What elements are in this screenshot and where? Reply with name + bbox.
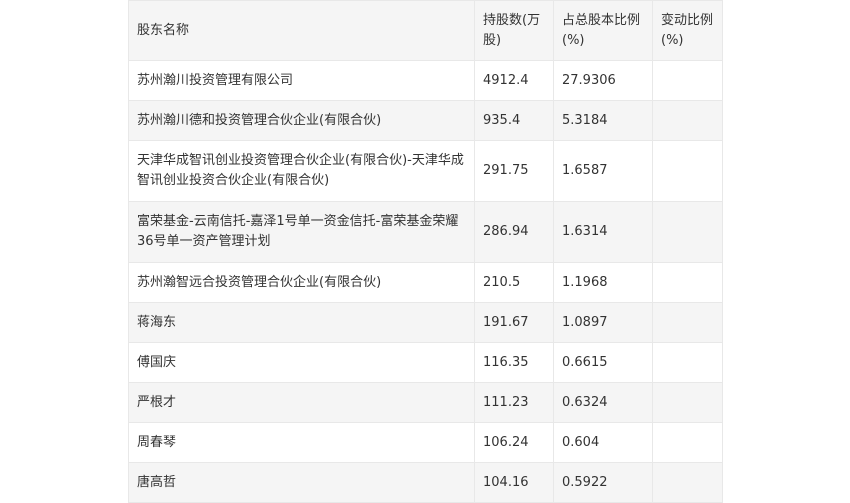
table-row: 唐高哲 104.16 0.5922 bbox=[128, 462, 723, 503]
cell-ratio: 27.9306 bbox=[553, 60, 653, 101]
header-change: 变动比例(%) bbox=[652, 0, 723, 61]
cell-change bbox=[652, 60, 723, 101]
table-row: 严根才 111.23 0.6324 bbox=[128, 382, 723, 423]
cell-ratio: 0.5922 bbox=[553, 462, 653, 503]
cell-shares: 210.5 bbox=[474, 262, 554, 303]
cell-shares: 116.35 bbox=[474, 342, 554, 383]
cell-shares: 104.16 bbox=[474, 462, 554, 503]
cell-change bbox=[652, 262, 723, 303]
cell-name: 苏州瀚川德和投资管理合伙企业(有限合伙) bbox=[128, 100, 475, 141]
cell-name: 傅国庆 bbox=[128, 342, 475, 383]
cell-shares: 935.4 bbox=[474, 100, 554, 141]
cell-change bbox=[652, 201, 723, 263]
cell-ratio: 1.1968 bbox=[553, 262, 653, 303]
table-row: 天津华成智讯创业投资管理合伙企业(有限合伙)-天津华成智讯创业投资合伙企业(有限… bbox=[128, 140, 723, 202]
header-shares: 持股数(万股) bbox=[474, 0, 554, 61]
cell-name: 唐高哲 bbox=[128, 462, 475, 503]
cell-shares: 286.94 bbox=[474, 201, 554, 263]
cell-change bbox=[652, 140, 723, 202]
table-row: 苏州瀚川德和投资管理合伙企业(有限合伙) 935.4 5.3184 bbox=[128, 100, 723, 141]
table-row: 周春琴 106.24 0.604 bbox=[128, 422, 723, 463]
cell-ratio: 0.604 bbox=[553, 422, 653, 463]
table-row: 富荣基金-云南信托-嘉泽1号单一资金信托-富荣基金荣耀36号单一资产管理计划 2… bbox=[128, 201, 723, 263]
cell-shares: 4912.4 bbox=[474, 60, 554, 101]
table-row: 苏州瀚川投资管理有限公司 4912.4 27.9306 bbox=[128, 60, 723, 101]
cell-ratio: 0.6615 bbox=[553, 342, 653, 383]
table-row: 傅国庆 116.35 0.6615 bbox=[128, 342, 723, 383]
cell-name: 苏州瀚川投资管理有限公司 bbox=[128, 60, 475, 101]
cell-change bbox=[652, 422, 723, 463]
cell-shares: 111.23 bbox=[474, 382, 554, 423]
shareholder-table-container: 股东名称 持股数(万股) 占总股本比例(%) 变动比例(%) 苏州瀚川投资管理有… bbox=[128, 0, 723, 503]
cell-change bbox=[652, 462, 723, 503]
table-header-row: 股东名称 持股数(万股) 占总股本比例(%) 变动比例(%) bbox=[128, 0, 723, 61]
cell-ratio: 1.6587 bbox=[553, 140, 653, 202]
cell-name: 富荣基金-云南信托-嘉泽1号单一资金信托-富荣基金荣耀36号单一资产管理计划 bbox=[128, 201, 475, 263]
cell-name: 天津华成智讯创业投资管理合伙企业(有限合伙)-天津华成智讯创业投资合伙企业(有限… bbox=[128, 140, 475, 202]
header-ratio: 占总股本比例(%) bbox=[553, 0, 653, 61]
cell-change bbox=[652, 100, 723, 141]
table-row: 苏州瀚智远合投资管理合伙企业(有限合伙) 210.5 1.1968 bbox=[128, 262, 723, 303]
cell-shares: 106.24 bbox=[474, 422, 554, 463]
cell-ratio: 5.3184 bbox=[553, 100, 653, 141]
cell-change bbox=[652, 382, 723, 423]
cell-ratio: 0.6324 bbox=[553, 382, 653, 423]
cell-shares: 191.67 bbox=[474, 302, 554, 343]
cell-name: 严根才 bbox=[128, 382, 475, 423]
cell-name: 苏州瀚智远合投资管理合伙企业(有限合伙) bbox=[128, 262, 475, 303]
shareholder-table: 股东名称 持股数(万股) 占总股本比例(%) 变动比例(%) 苏州瀚川投资管理有… bbox=[128, 0, 723, 503]
header-shareholder-name: 股东名称 bbox=[128, 0, 475, 61]
cell-change bbox=[652, 342, 723, 383]
cell-ratio: 1.0897 bbox=[553, 302, 653, 343]
cell-name: 周春琴 bbox=[128, 422, 475, 463]
cell-shares: 291.75 bbox=[474, 140, 554, 202]
cell-change bbox=[652, 302, 723, 343]
table-row: 蒋海东 191.67 1.0897 bbox=[128, 302, 723, 343]
cell-name: 蒋海东 bbox=[128, 302, 475, 343]
cell-ratio: 1.6314 bbox=[553, 201, 653, 263]
